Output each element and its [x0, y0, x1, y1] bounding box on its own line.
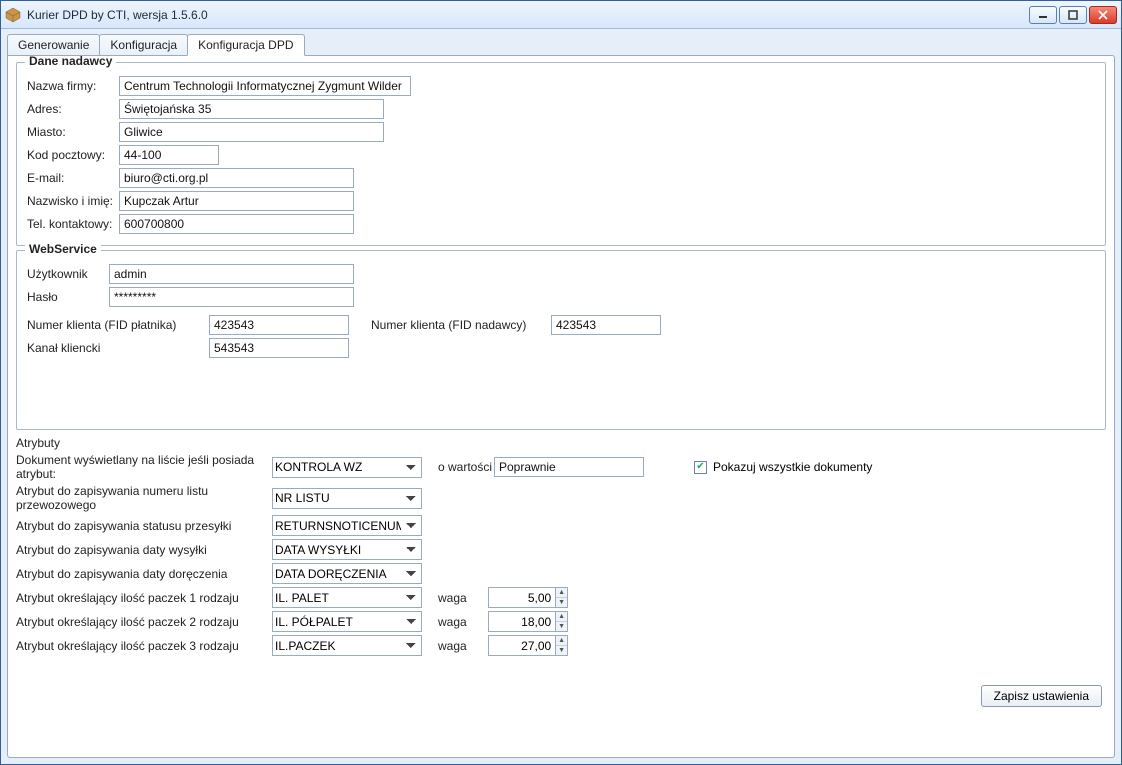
section-attributes-title: Atrybuty [16, 436, 1106, 450]
label-company: Nazwa firmy: [27, 79, 119, 93]
minimize-button[interactable] [1029, 6, 1057, 24]
label-status: Atrybut do zapisywania statusu przesyłki [16, 519, 272, 533]
label-phone: Tel. kontaktowy: [27, 217, 119, 231]
tab-konfiguracja-dpd[interactable]: Konfiguracja DPD [187, 34, 304, 56]
select-waybill[interactable]: NR LISTU [272, 488, 422, 509]
label-pkg1: Atrybut określający ilość paczek 1 rodza… [16, 591, 272, 605]
label-ws-user: Użytkownik [27, 267, 109, 281]
spinner-pkg1-weight[interactable]: ▲▼ [488, 587, 568, 608]
label-delivdate: Atrybut do zapisywania daty doręczenia [16, 567, 272, 581]
label-name: Nazwisko i imię: [27, 194, 119, 208]
label-shipdate: Atrybut do zapisywania daty wysyłki [16, 543, 272, 557]
spin-down-icon[interactable]: ▼ [556, 646, 567, 655]
checkbox-show-all[interactable]: ✔ [694, 461, 707, 474]
select-pkg2[interactable]: IL. PÓŁPALET [272, 611, 422, 632]
input-pkg3-weight[interactable] [489, 636, 555, 655]
label-pkg3: Atrybut określający ilość paczek 3 rodza… [16, 639, 272, 653]
label-o-wartosci: o wartości [438, 460, 494, 474]
select-status[interactable]: RETURNSNOTICENUMBER [272, 515, 422, 536]
select-delivdate[interactable]: DATA DORĘCZENIA [272, 563, 422, 584]
label-waybill: Atrybut do zapisywania numeru listu prze… [16, 484, 272, 512]
input-ws-pass[interactable] [109, 287, 354, 307]
input-fid-sender[interactable] [551, 315, 661, 335]
app-window: Kurier DPD by CTI, wersja 1.5.6.0 Genero… [0, 0, 1122, 765]
label-fid-payer: Numer klienta (FID płatnika) [27, 318, 209, 332]
spin-down-icon[interactable]: ▼ [556, 598, 567, 607]
group-webservice: WebService Użytkownik Hasło Numer klient… [16, 250, 1106, 430]
input-o-wartosci[interactable] [494, 457, 644, 477]
spin-up-icon[interactable]: ▲ [556, 588, 567, 598]
window-controls [1029, 6, 1117, 24]
label-address: Adres: [27, 102, 119, 116]
tab-generowanie[interactable]: Generowanie [7, 34, 100, 55]
group-webservice-legend: WebService [25, 242, 101, 256]
input-postal[interactable] [119, 145, 219, 165]
label-fid-sender: Numer klienta (FID nadawcy) [371, 318, 551, 332]
select-pkg3[interactable]: IL.PACZEK [272, 635, 422, 656]
client-area: Generowanie Konfiguracja Konfiguracja DP… [1, 29, 1121, 764]
input-address[interactable] [119, 99, 384, 119]
select-pkg1[interactable]: IL. PALET [272, 587, 422, 608]
spin-up-icon[interactable]: ▲ [556, 612, 567, 622]
spinner-pkg3-weight[interactable]: ▲▼ [488, 635, 568, 656]
input-pkg2-weight[interactable] [489, 612, 555, 631]
input-fid-payer[interactable] [209, 315, 349, 335]
label-city: Miasto: [27, 125, 119, 139]
label-waga-3: waga [438, 639, 488, 653]
package-icon [5, 7, 21, 23]
tab-panel: Dane nadawcy Nazwa firmy: Adres: Miasto:… [7, 55, 1115, 758]
input-name[interactable] [119, 191, 354, 211]
input-pkg1-weight[interactable] [489, 588, 555, 607]
input-company[interactable] [119, 76, 411, 96]
label-ws-pass: Hasło [27, 290, 109, 304]
group-sender-legend: Dane nadawcy [25, 55, 116, 68]
titlebar: Kurier DPD by CTI, wersja 1.5.6.0 [1, 1, 1121, 29]
spin-up-icon[interactable]: ▲ [556, 636, 567, 646]
label-show-all: Pokazuj wszystkie dokumenty [713, 460, 872, 474]
spin-down-icon[interactable]: ▼ [556, 622, 567, 631]
spinner-pkg2-weight[interactable]: ▲▼ [488, 611, 568, 632]
input-ws-user[interactable] [109, 264, 354, 284]
label-postal: Kod pocztowy: [27, 148, 119, 162]
input-channel[interactable] [209, 338, 349, 358]
label-doc-visible: Dokument wyświetlany na liście jeśli pos… [16, 453, 272, 481]
input-phone[interactable] [119, 214, 354, 234]
maximize-button[interactable] [1059, 6, 1087, 24]
tabstrip: Generowanie Konfiguracja Konfiguracja DP… [7, 33, 1115, 55]
label-email: E-mail: [27, 171, 119, 185]
close-button[interactable] [1089, 6, 1117, 24]
input-city[interactable] [119, 122, 384, 142]
group-sender: Dane nadawcy Nazwa firmy: Adres: Miasto:… [16, 62, 1106, 246]
label-waga-1: waga [438, 591, 488, 605]
label-pkg2: Atrybut określający ilość paczek 2 rodza… [16, 615, 272, 629]
checkbox-show-all-wrap[interactable]: ✔ Pokazuj wszystkie dokumenty [694, 460, 872, 474]
input-email[interactable] [119, 168, 354, 188]
label-channel: Kanał kliencki [27, 341, 209, 355]
select-shipdate[interactable]: DATA WYSYŁKI [272, 539, 422, 560]
tab-konfiguracja[interactable]: Konfiguracja [99, 34, 188, 55]
save-settings-button[interactable]: Zapisz ustawienia [981, 685, 1102, 707]
label-waga-2: waga [438, 615, 488, 629]
select-doc-visible[interactable]: KONTROLA WZ [272, 457, 422, 478]
window-title: Kurier DPD by CTI, wersja 1.5.6.0 [27, 8, 1029, 22]
